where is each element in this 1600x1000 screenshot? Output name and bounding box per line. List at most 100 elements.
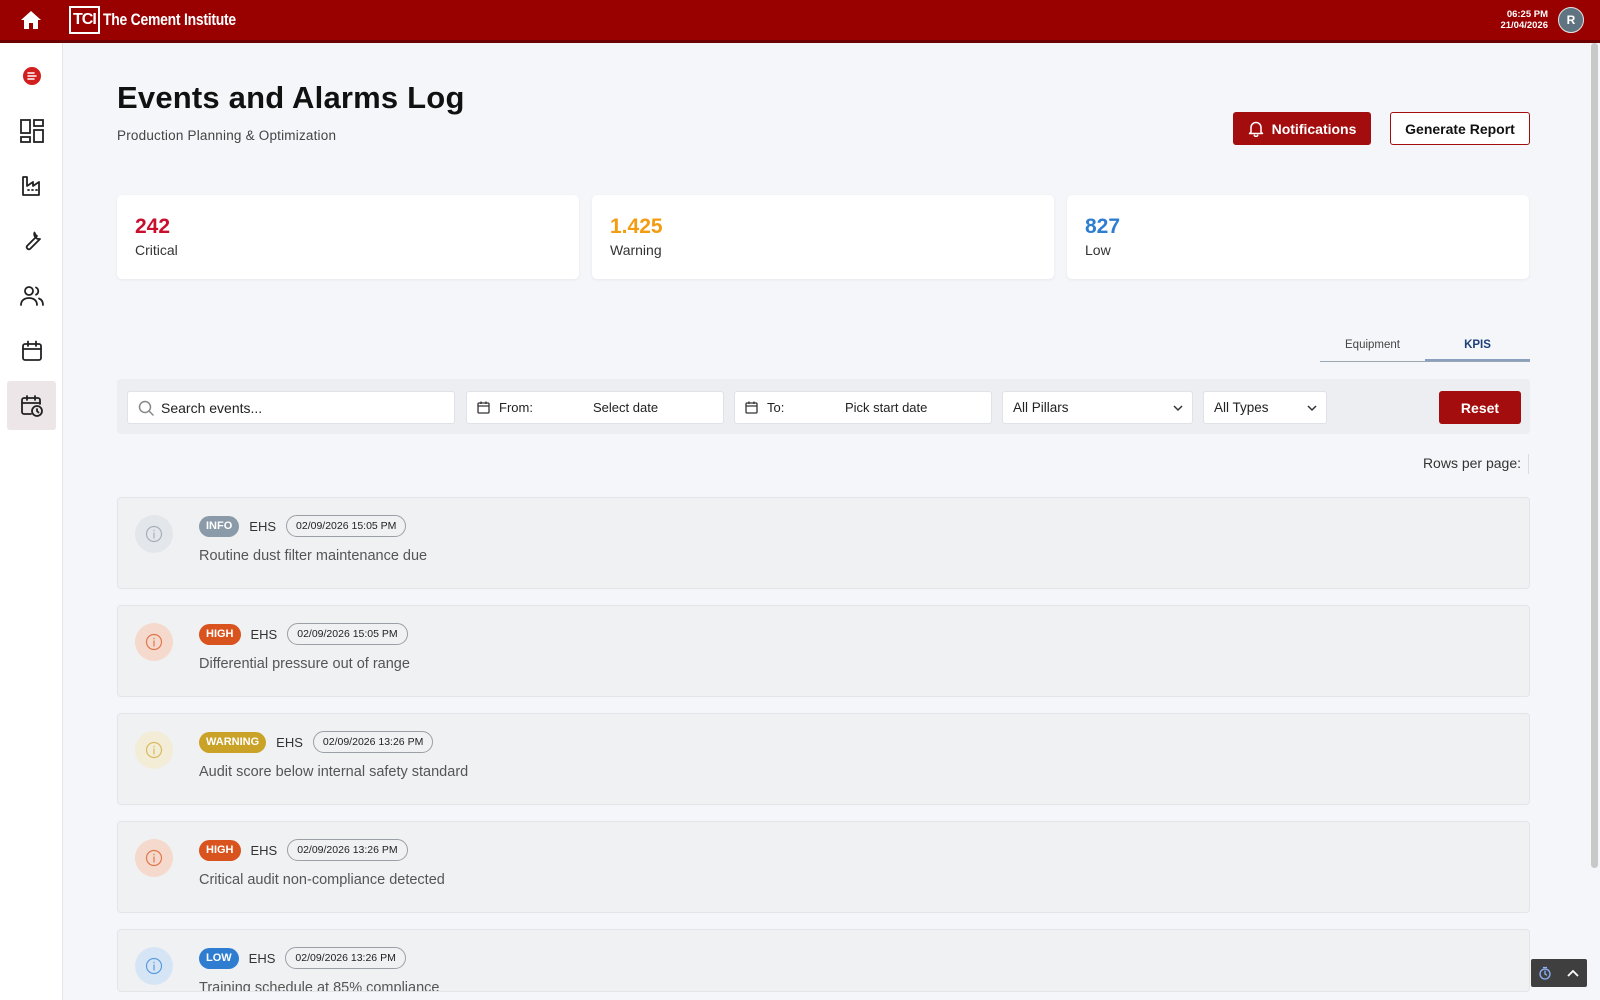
home-icon bbox=[21, 11, 41, 29]
clock-time: 06:25 PM bbox=[1506, 9, 1548, 20]
top-bar: TCI The Cement Institute 06:25 PM 21/04/… bbox=[0, 0, 1600, 43]
severity-badge: HIGH bbox=[199, 623, 241, 645]
to-label: To: bbox=[767, 400, 785, 415]
factory-icon bbox=[21, 175, 40, 196]
calendar-icon bbox=[477, 401, 490, 414]
stat-value: 1.425 bbox=[610, 215, 663, 238]
page-subtitle: Production Planning & Optimization bbox=[117, 128, 337, 143]
stat-label: Critical bbox=[135, 242, 178, 258]
logo[interactable]: TCI The Cement Institute bbox=[69, 6, 265, 34]
event-severity-icon-bg bbox=[135, 515, 173, 553]
sidebar-item-calendar[interactable] bbox=[7, 326, 56, 375]
chevron-down-icon bbox=[1173, 405, 1183, 412]
event-description: Training schedule at 85% compliance bbox=[199, 980, 440, 992]
rows-per-page-select[interactable] bbox=[1528, 454, 1529, 474]
notifications-button[interactable]: Notifications bbox=[1233, 112, 1371, 145]
home-button[interactable] bbox=[0, 0, 62, 40]
tab-kpis[interactable]: KPIS bbox=[1425, 332, 1530, 361]
timestamp-chip: 02/09/2026 15:05 PM bbox=[286, 515, 407, 537]
pillars-value: All Pillars bbox=[1013, 400, 1069, 415]
tab-equipment[interactable]: Equipment bbox=[1320, 332, 1425, 361]
event-severity-icon-bg bbox=[135, 731, 173, 769]
pillar-label: EHS bbox=[249, 518, 277, 534]
stat-value: 827 bbox=[1085, 215, 1121, 238]
stat-card-warning: 1.425 Warning bbox=[592, 195, 1054, 279]
logo-mark: TCI bbox=[69, 6, 100, 34]
pillar-label: EHS bbox=[248, 950, 276, 966]
info-icon bbox=[145, 741, 163, 759]
pillar-label: EHS bbox=[250, 626, 278, 642]
scrollbar[interactable] bbox=[1591, 43, 1598, 868]
timestamp-chip: 02/09/2026 13:26 PM bbox=[312, 731, 434, 753]
stat-value: 242 bbox=[135, 215, 171, 238]
event-item[interactable]: INFO EHS 02/09/2026 15:05 PM Routine dus… bbox=[117, 497, 1530, 589]
menu-circle-icon bbox=[22, 66, 41, 85]
info-icon bbox=[145, 633, 163, 651]
sidebar-item-menu-toggle[interactable] bbox=[7, 51, 56, 100]
info-icon bbox=[145, 525, 163, 543]
severity-badge: LOW bbox=[199, 947, 239, 969]
reset-button[interactable]: Reset bbox=[1439, 391, 1521, 424]
info-icon bbox=[145, 849, 163, 867]
sidebar-item-events-log[interactable] bbox=[7, 381, 56, 430]
clock-date: 21/04/2026 bbox=[1500, 20, 1548, 31]
sidebar bbox=[0, 43, 63, 1000]
from-label: From: bbox=[499, 400, 533, 415]
bell-icon bbox=[1248, 121, 1263, 137]
event-severity-icon-bg bbox=[135, 839, 173, 877]
floating-controls bbox=[1531, 959, 1587, 987]
to-value: Pick start date bbox=[845, 400, 928, 415]
timestamp-chip: 02/09/2026 13:26 PM bbox=[285, 947, 406, 969]
avatar[interactable]: R bbox=[1558, 7, 1584, 33]
to-date-picker[interactable]: To: Pick start date bbox=[734, 391, 992, 424]
severity-badge: HIGH bbox=[199, 839, 241, 861]
types-select[interactable]: All Types bbox=[1203, 391, 1327, 424]
info-icon bbox=[145, 957, 163, 975]
users-icon bbox=[19, 285, 44, 306]
pillars-select[interactable]: All Pillars bbox=[1002, 391, 1193, 424]
from-value: Select date bbox=[593, 400, 659, 415]
from-date-picker[interactable]: From: Select date bbox=[466, 391, 724, 424]
timer-icon[interactable] bbox=[1538, 966, 1552, 980]
event-description: Critical audit non-compliance detected bbox=[199, 872, 445, 888]
stat-label: Low bbox=[1085, 242, 1111, 258]
severity-badge: WARNING bbox=[199, 731, 267, 753]
timestamp-chip: 02/09/2026 13:26 PM bbox=[287, 839, 408, 861]
sidebar-item-maintenance[interactable] bbox=[7, 216, 56, 265]
sidebar-item-users[interactable] bbox=[7, 271, 56, 320]
clock: 06:25 PM 21/04/2026 bbox=[1500, 9, 1548, 31]
event-item[interactable]: LOW EHS 02/09/2026 13:26 PM Training sch… bbox=[117, 929, 1530, 992]
search-icon bbox=[138, 400, 154, 416]
filter-bar: From: Select date To: Pick start date Al… bbox=[117, 379, 1530, 434]
event-item[interactable]: WARNING EHS 02/09/2026 13:26 PM Audit sc… bbox=[117, 713, 1530, 805]
calendar-icon bbox=[21, 340, 42, 361]
chevron-down-icon bbox=[1307, 405, 1317, 412]
chevron-up-icon[interactable] bbox=[1566, 968, 1580, 978]
event-description: Routine dust filter maintenance due bbox=[199, 548, 428, 564]
stat-label: Warning bbox=[610, 242, 662, 258]
event-item[interactable]: HIGH EHS 02/09/2026 15:05 PM Differentia… bbox=[117, 605, 1530, 697]
calendar-clock-icon bbox=[20, 394, 43, 417]
view-tabs: Equipment KPIS bbox=[1320, 332, 1530, 362]
rows-per-page-label: Rows per page: bbox=[1422, 455, 1521, 471]
event-severity-icon-bg bbox=[135, 947, 173, 985]
wrench-icon bbox=[25, 231, 41, 250]
types-value: All Types bbox=[1214, 400, 1269, 415]
dashboard-icon bbox=[19, 118, 44, 143]
timestamp-chip: 02/09/2026 15:05 PM bbox=[287, 623, 408, 645]
pillar-label: EHS bbox=[276, 734, 303, 750]
event-description: Differential pressure out of range bbox=[199, 656, 410, 672]
notifications-label: Notifications bbox=[1271, 120, 1357, 137]
generate-report-button[interactable]: Generate Report bbox=[1390, 112, 1530, 145]
sidebar-item-factory[interactable] bbox=[7, 161, 56, 210]
sidebar-item-dashboard[interactable] bbox=[7, 106, 56, 155]
event-item[interactable]: HIGH EHS 02/09/2026 13:26 PM Critical au… bbox=[117, 821, 1530, 913]
severity-badge: INFO bbox=[199, 515, 240, 537]
stat-card-critical: 242 Critical bbox=[117, 195, 579, 279]
stat-card-low: 827 Low bbox=[1067, 195, 1529, 279]
calendar-icon bbox=[745, 401, 758, 414]
logo-text: The Cement Institute bbox=[102, 10, 236, 29]
pillar-label: EHS bbox=[250, 842, 278, 858]
search-input[interactable] bbox=[161, 399, 441, 416]
search-box[interactable] bbox=[127, 391, 455, 424]
